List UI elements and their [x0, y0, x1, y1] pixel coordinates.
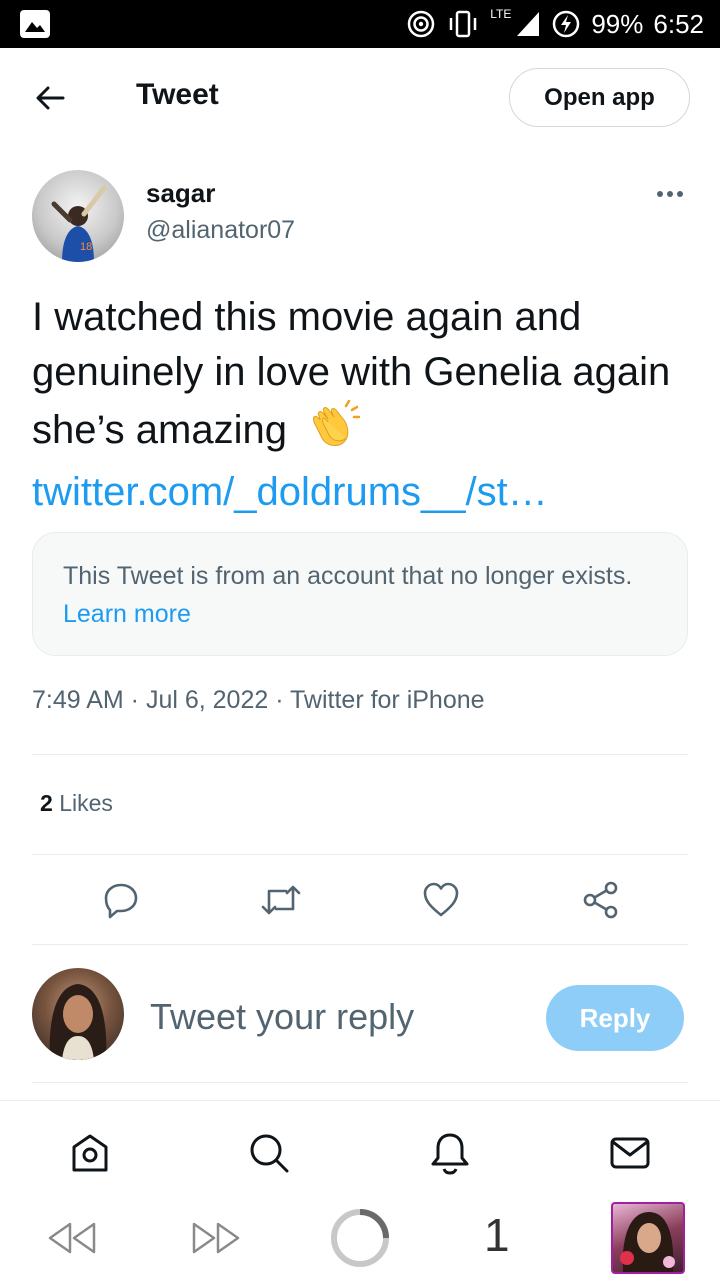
open-app-button[interactable]: Open app [509, 68, 690, 127]
more-dot-icon [667, 191, 673, 197]
reply-input[interactable] [150, 992, 520, 1042]
divider [32, 944, 688, 945]
search-icon [250, 1134, 289, 1173]
reply-icon [104, 883, 138, 919]
tab-notifications[interactable] [426, 1129, 474, 1177]
retweet-icon [261, 885, 301, 915]
top-app-bar: Tweet Open app [0, 48, 720, 146]
hotspot-icon [406, 9, 436, 39]
clapping-hands-icon [304, 399, 361, 465]
tab-home[interactable] [66, 1129, 114, 1177]
more-dot-icon [677, 191, 683, 197]
like-action-button[interactable] [417, 876, 465, 924]
back-button[interactable] [28, 76, 72, 120]
rewind-icon [48, 1222, 96, 1254]
clock: 6:52 [653, 8, 704, 39]
more-dot-icon [657, 191, 663, 197]
tab-messages[interactable] [606, 1129, 654, 1177]
share-action-button[interactable] [577, 876, 625, 924]
tweet-timestamp[interactable]: 7:49 AM · Jul 6, 2022 · Twitter for iPho… [32, 686, 485, 715]
fast-forward-icon [192, 1222, 240, 1254]
notifications-icon [431, 1133, 469, 1175]
messages-icon [610, 1137, 650, 1169]
user-avatar [32, 968, 124, 1060]
retweet-action-button[interactable] [257, 876, 305, 924]
author-avatar[interactable]: 18 [32, 170, 124, 262]
likes-number: 2 [40, 790, 53, 816]
signal-icon [515, 10, 541, 38]
battery-level: 99% [591, 8, 644, 39]
network-type: LTE [490, 7, 512, 21]
nav-home-button[interactable] [328, 1206, 392, 1270]
tab-search[interactable] [245, 1129, 293, 1177]
divider [32, 754, 688, 755]
divider [32, 1082, 688, 1083]
more-options-button[interactable] [652, 180, 688, 208]
likes-count[interactable]: 2 Likes [40, 790, 113, 817]
vibrate-icon [446, 9, 480, 39]
divider [32, 854, 688, 855]
author-name[interactable]: sagar [146, 178, 215, 209]
like-icon [423, 882, 459, 917]
home-circle-icon [331, 1209, 389, 1267]
likes-label: Likes [59, 790, 113, 816]
nav-back-button[interactable] [44, 1214, 100, 1262]
reply-action-button[interactable] [97, 876, 145, 924]
quote-notice-text: This Tweet is from an account that no lo… [63, 562, 633, 590]
open-tabs-count[interactable]: 1 [484, 1208, 510, 1262]
learn-more-link[interactable]: Learn more [63, 600, 191, 628]
nav-forward-button[interactable] [188, 1214, 244, 1262]
battery-saver-icon [551, 9, 581, 39]
home-icon [72, 1134, 108, 1172]
bottom-tab-bar [0, 1100, 720, 1196]
system-nav-bar: 1 [0, 1196, 720, 1280]
gallery-notification-icon [20, 10, 50, 38]
svg-text:18: 18 [80, 241, 92, 253]
reply-button[interactable]: Reply [546, 985, 684, 1051]
quoted-tweet-unavailable-notice: This Tweet is from an account that no lo… [32, 532, 688, 656]
tweet-link[interactable]: twitter.com/_doldrums__/st… [32, 470, 548, 514]
author-handle[interactable]: @alianator07 [146, 216, 295, 245]
tweet-text: I watched this movie again and genuinely… [32, 290, 692, 520]
page-title: Tweet [136, 78, 219, 111]
status-bar: LTE 99% 6:52 [0, 0, 720, 48]
share-icon [583, 881, 618, 919]
back-arrow-icon [36, 86, 65, 110]
recent-app-thumbnail[interactable] [611, 1202, 685, 1274]
